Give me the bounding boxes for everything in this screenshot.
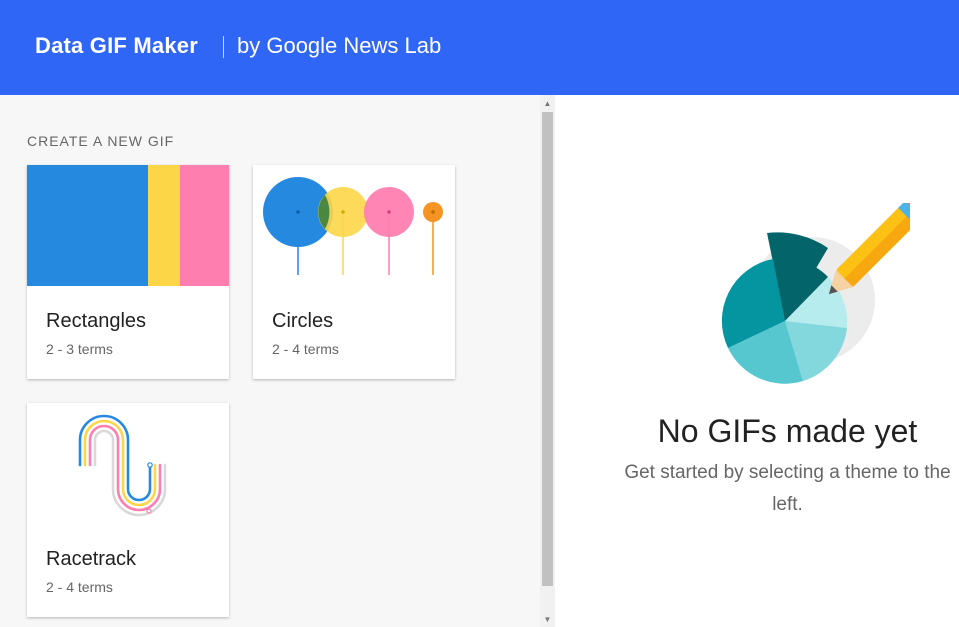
app-byline: by Google News Lab xyxy=(237,33,442,58)
card-subtitle: 2 - 4 terms xyxy=(272,341,339,357)
scrollbar-thumb[interactable] xyxy=(542,112,553,586)
card-subtitle: 2 - 4 terms xyxy=(46,579,113,595)
gif-list-panel: No GIFs made yet Get started by selectin… xyxy=(580,95,959,627)
app-title[interactable]: Data GIF Maker xyxy=(35,33,198,59)
scrollbar[interactable]: ▲ ▼ xyxy=(540,95,555,627)
racetrack-thumbnail xyxy=(27,403,229,524)
empty-state-title: No GIFs made yet xyxy=(657,413,918,449)
header-divider xyxy=(223,36,224,58)
section-title: CREATE A NEW GIF xyxy=(27,133,175,149)
rectangles-thumbnail xyxy=(27,165,229,286)
theme-card-racetrack[interactable]: Racetrack 2 - 4 terms xyxy=(27,403,229,617)
theme-card-rectangles[interactable]: Rectangles 2 - 3 terms xyxy=(27,165,229,379)
empty-state-message: Get started by selecting a theme to the … xyxy=(624,462,951,515)
card-title: Circles xyxy=(272,310,334,332)
card-title: Rectangles xyxy=(46,310,147,332)
theme-card-circles[interactable]: Circles 2 - 4 terms xyxy=(253,165,455,379)
pie-chart-pencil-illustration xyxy=(721,203,910,384)
theme-picker-panel: CREATE A NEW GIF Rectangles 2 - 3 terms xyxy=(0,95,540,627)
card-subtitle: 2 - 3 terms xyxy=(46,341,113,357)
scroll-down-arrow-icon[interactable]: ▼ xyxy=(540,613,555,627)
card-title: Racetrack xyxy=(46,548,137,570)
circles-thumbnail xyxy=(253,165,455,286)
app-header: Data GIF Maker by Google News Lab xyxy=(0,0,959,95)
scroll-up-arrow-icon[interactable]: ▲ xyxy=(540,97,555,111)
